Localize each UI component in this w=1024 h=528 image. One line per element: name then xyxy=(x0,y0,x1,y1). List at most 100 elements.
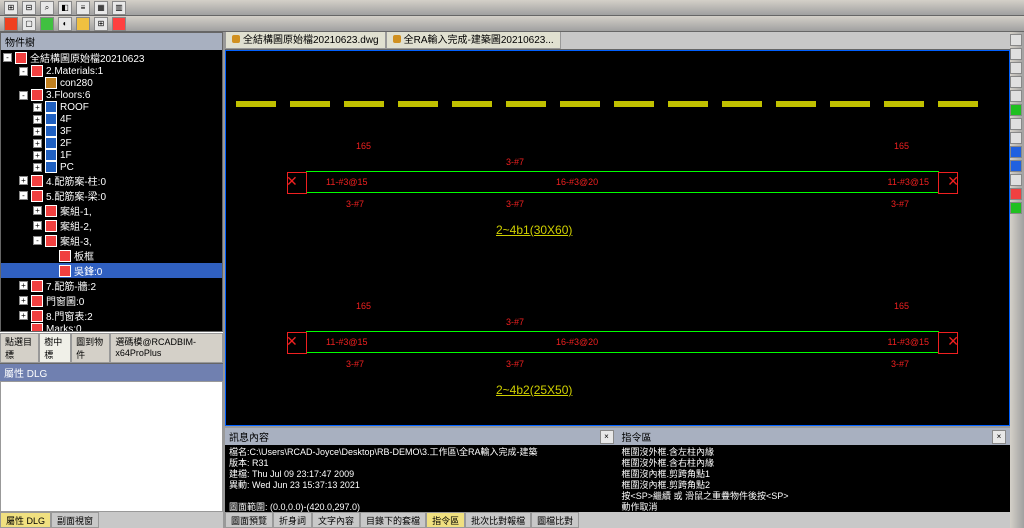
tool-btn[interactable] xyxy=(1010,160,1022,172)
tool-btn[interactable] xyxy=(1010,62,1022,74)
node-icon xyxy=(31,89,43,101)
bottom-tab[interactable]: 折身詞 xyxy=(273,512,312,528)
tool-btn[interactable] xyxy=(1010,104,1022,116)
tree-item[interactable]: +案組-2, xyxy=(1,218,222,233)
document-tab[interactable]: 全RA輸入完成-建築圖20210623... xyxy=(386,32,561,49)
node-icon xyxy=(31,65,43,77)
expand-icon[interactable]: + xyxy=(33,163,42,172)
object-tree[interactable]: 物件樹 - 全結構圖原始檔20210623 -2.Materials:1con2… xyxy=(0,32,223,332)
expand-icon[interactable]: - xyxy=(33,236,42,245)
tree-item[interactable]: +3F xyxy=(1,125,222,137)
bottom-tab[interactable]: 副面視窗 xyxy=(51,512,99,528)
tool-btn[interactable] xyxy=(1010,90,1022,102)
drawing-viewport[interactable]: 1651653-#7✕✕11-#3@1516-#3@2011-#3@153-#7… xyxy=(225,50,1010,426)
tree-label: 板框 xyxy=(74,248,94,263)
close-icon[interactable]: × xyxy=(600,430,614,444)
tb-btn[interactable]: ⊞ xyxy=(94,17,108,31)
expand-icon[interactable]: + xyxy=(19,281,28,290)
expand-icon[interactable]: - xyxy=(19,67,28,76)
expand-icon[interactable]: - xyxy=(19,191,28,200)
expand-icon[interactable]: + xyxy=(19,176,28,185)
toolbar-2: ▢ ◐ ⊞ xyxy=(0,16,1024,32)
tree-item[interactable]: +4.配筋案-柱:0 xyxy=(1,173,222,188)
tree-item[interactable]: -3.Floors:6 xyxy=(1,89,222,101)
document-tab[interactable]: 全結構圖原始檔20210623.dwg xyxy=(225,32,386,49)
tree-label: 5.配筋案-梁:0 xyxy=(46,188,106,203)
tab-label: 全RA輸入完成-建築圖20210623... xyxy=(404,32,554,46)
expand-icon[interactable]: - xyxy=(3,53,12,62)
color-swatch[interactable] xyxy=(4,17,18,31)
tb-btn[interactable]: ▢ xyxy=(22,17,36,31)
command-body[interactable]: 框圍沒外框.含左柱內緣 框圍沒外框.含右柱內緣 框圍沒內框.剪跨角點1 框圍沒內… xyxy=(618,445,1011,512)
tool-btn[interactable] xyxy=(1010,118,1022,130)
tree-item[interactable]: Marks:0 xyxy=(1,323,222,332)
properties-panel[interactable] xyxy=(0,381,223,512)
tree-root[interactable]: - 全結構圖原始檔20210623 xyxy=(1,50,222,65)
tree-item[interactable]: +4F xyxy=(1,113,222,125)
doc-icon xyxy=(393,35,401,43)
tree-label: 案組-3, xyxy=(60,233,92,248)
tb-btn[interactable]: ⌕ xyxy=(40,1,54,15)
tree-item[interactable]: +PC xyxy=(1,161,222,173)
tree-item[interactable]: +ROOF xyxy=(1,101,222,113)
expand-icon[interactable]: + xyxy=(33,139,42,148)
expand-icon[interactable]: + xyxy=(19,296,28,305)
color-swatch[interactable] xyxy=(40,17,54,31)
tb-btn[interactable]: ⊟ xyxy=(22,1,36,15)
bottom-tab[interactable]: 圖檔比對 xyxy=(531,512,579,528)
tool-btn[interactable] xyxy=(1010,48,1022,60)
expand-icon[interactable]: + xyxy=(33,127,42,136)
tree-item[interactable]: 吳鋒:0 xyxy=(1,263,222,278)
tb-btn[interactable]: ▥ xyxy=(112,1,126,15)
tree-item[interactable]: +1F xyxy=(1,149,222,161)
color-swatch[interactable] xyxy=(112,17,126,31)
close-icon[interactable]: × xyxy=(992,430,1006,444)
tb-btn[interactable]: ◐ xyxy=(58,17,72,31)
expand-icon[interactable]: + xyxy=(19,311,28,320)
tool-btn[interactable] xyxy=(1010,132,1022,144)
tab-label: 全結構圖原始檔20210623.dwg xyxy=(243,32,379,46)
expand-icon[interactable]: + xyxy=(33,115,42,124)
tb-btn[interactable]: ◧ xyxy=(58,1,72,15)
tree-item[interactable]: +7.配筋-牆:2 xyxy=(1,278,222,293)
node-icon xyxy=(45,137,57,149)
tree-item[interactable]: +2F xyxy=(1,137,222,149)
tool-btn[interactable] xyxy=(1010,146,1022,158)
left-tab[interactable]: 選碼模@RCADBIM-x64ProPlus xyxy=(110,333,223,363)
color-swatch[interactable] xyxy=(76,17,90,31)
tool-btn[interactable] xyxy=(1010,76,1022,88)
tb-btn[interactable]: ≡ xyxy=(76,1,90,15)
node-icon xyxy=(45,235,57,247)
bottom-tab[interactable]: 指令區 xyxy=(426,512,465,528)
tree-item[interactable]: 板框 xyxy=(1,248,222,263)
bottom-tab[interactable]: 屬性 DLG xyxy=(0,512,51,528)
tb-btn[interactable]: ▦ xyxy=(94,1,108,15)
tool-btn[interactable] xyxy=(1010,188,1022,200)
expand-icon[interactable]: + xyxy=(33,221,42,230)
tree-label: 案組-1, xyxy=(60,203,92,218)
tree-item[interactable]: con280 xyxy=(1,77,222,89)
tb-btn[interactable]: ⊞ xyxy=(4,1,18,15)
tool-btn[interactable] xyxy=(1010,202,1022,214)
message-body[interactable]: 檔名:C:\Users\RCAD-Joyce\Desktop\RB-DEMO\3… xyxy=(225,445,618,512)
left-tab[interactable]: 點選目標 xyxy=(0,333,39,363)
tool-btn[interactable] xyxy=(1010,174,1022,186)
tree-item[interactable]: +門窗圖:0 xyxy=(1,293,222,308)
expand-icon[interactable]: + xyxy=(33,151,42,160)
left-tab[interactable]: 圖到物件 xyxy=(71,333,110,363)
expand-icon[interactable]: + xyxy=(33,103,42,112)
bottom-tab[interactable]: 文字內容 xyxy=(312,512,360,528)
left-tab[interactable]: 樹中標 xyxy=(39,333,71,363)
tree-label: 2.Materials:1 xyxy=(46,66,103,77)
tree-item[interactable]: + 案組-1, xyxy=(1,203,222,218)
tool-btn[interactable] xyxy=(1010,34,1022,46)
tree-item[interactable]: +8.門窗表:2 xyxy=(1,308,222,323)
bottom-tab[interactable]: 圖面預覽 xyxy=(225,512,273,528)
expand-icon[interactable]: + xyxy=(33,206,42,215)
tree-item[interactable]: - 5.配筋案-梁:0 xyxy=(1,188,222,203)
tree-item[interactable]: - 2.Materials:1 xyxy=(1,65,222,77)
bottom-tab[interactable]: 批次比對報檔 xyxy=(465,512,531,528)
expand-icon[interactable]: - xyxy=(19,91,28,100)
bottom-tab[interactable]: 目錄下的套檔 xyxy=(360,512,426,528)
tree-item[interactable]: - 案組-3, xyxy=(1,233,222,248)
